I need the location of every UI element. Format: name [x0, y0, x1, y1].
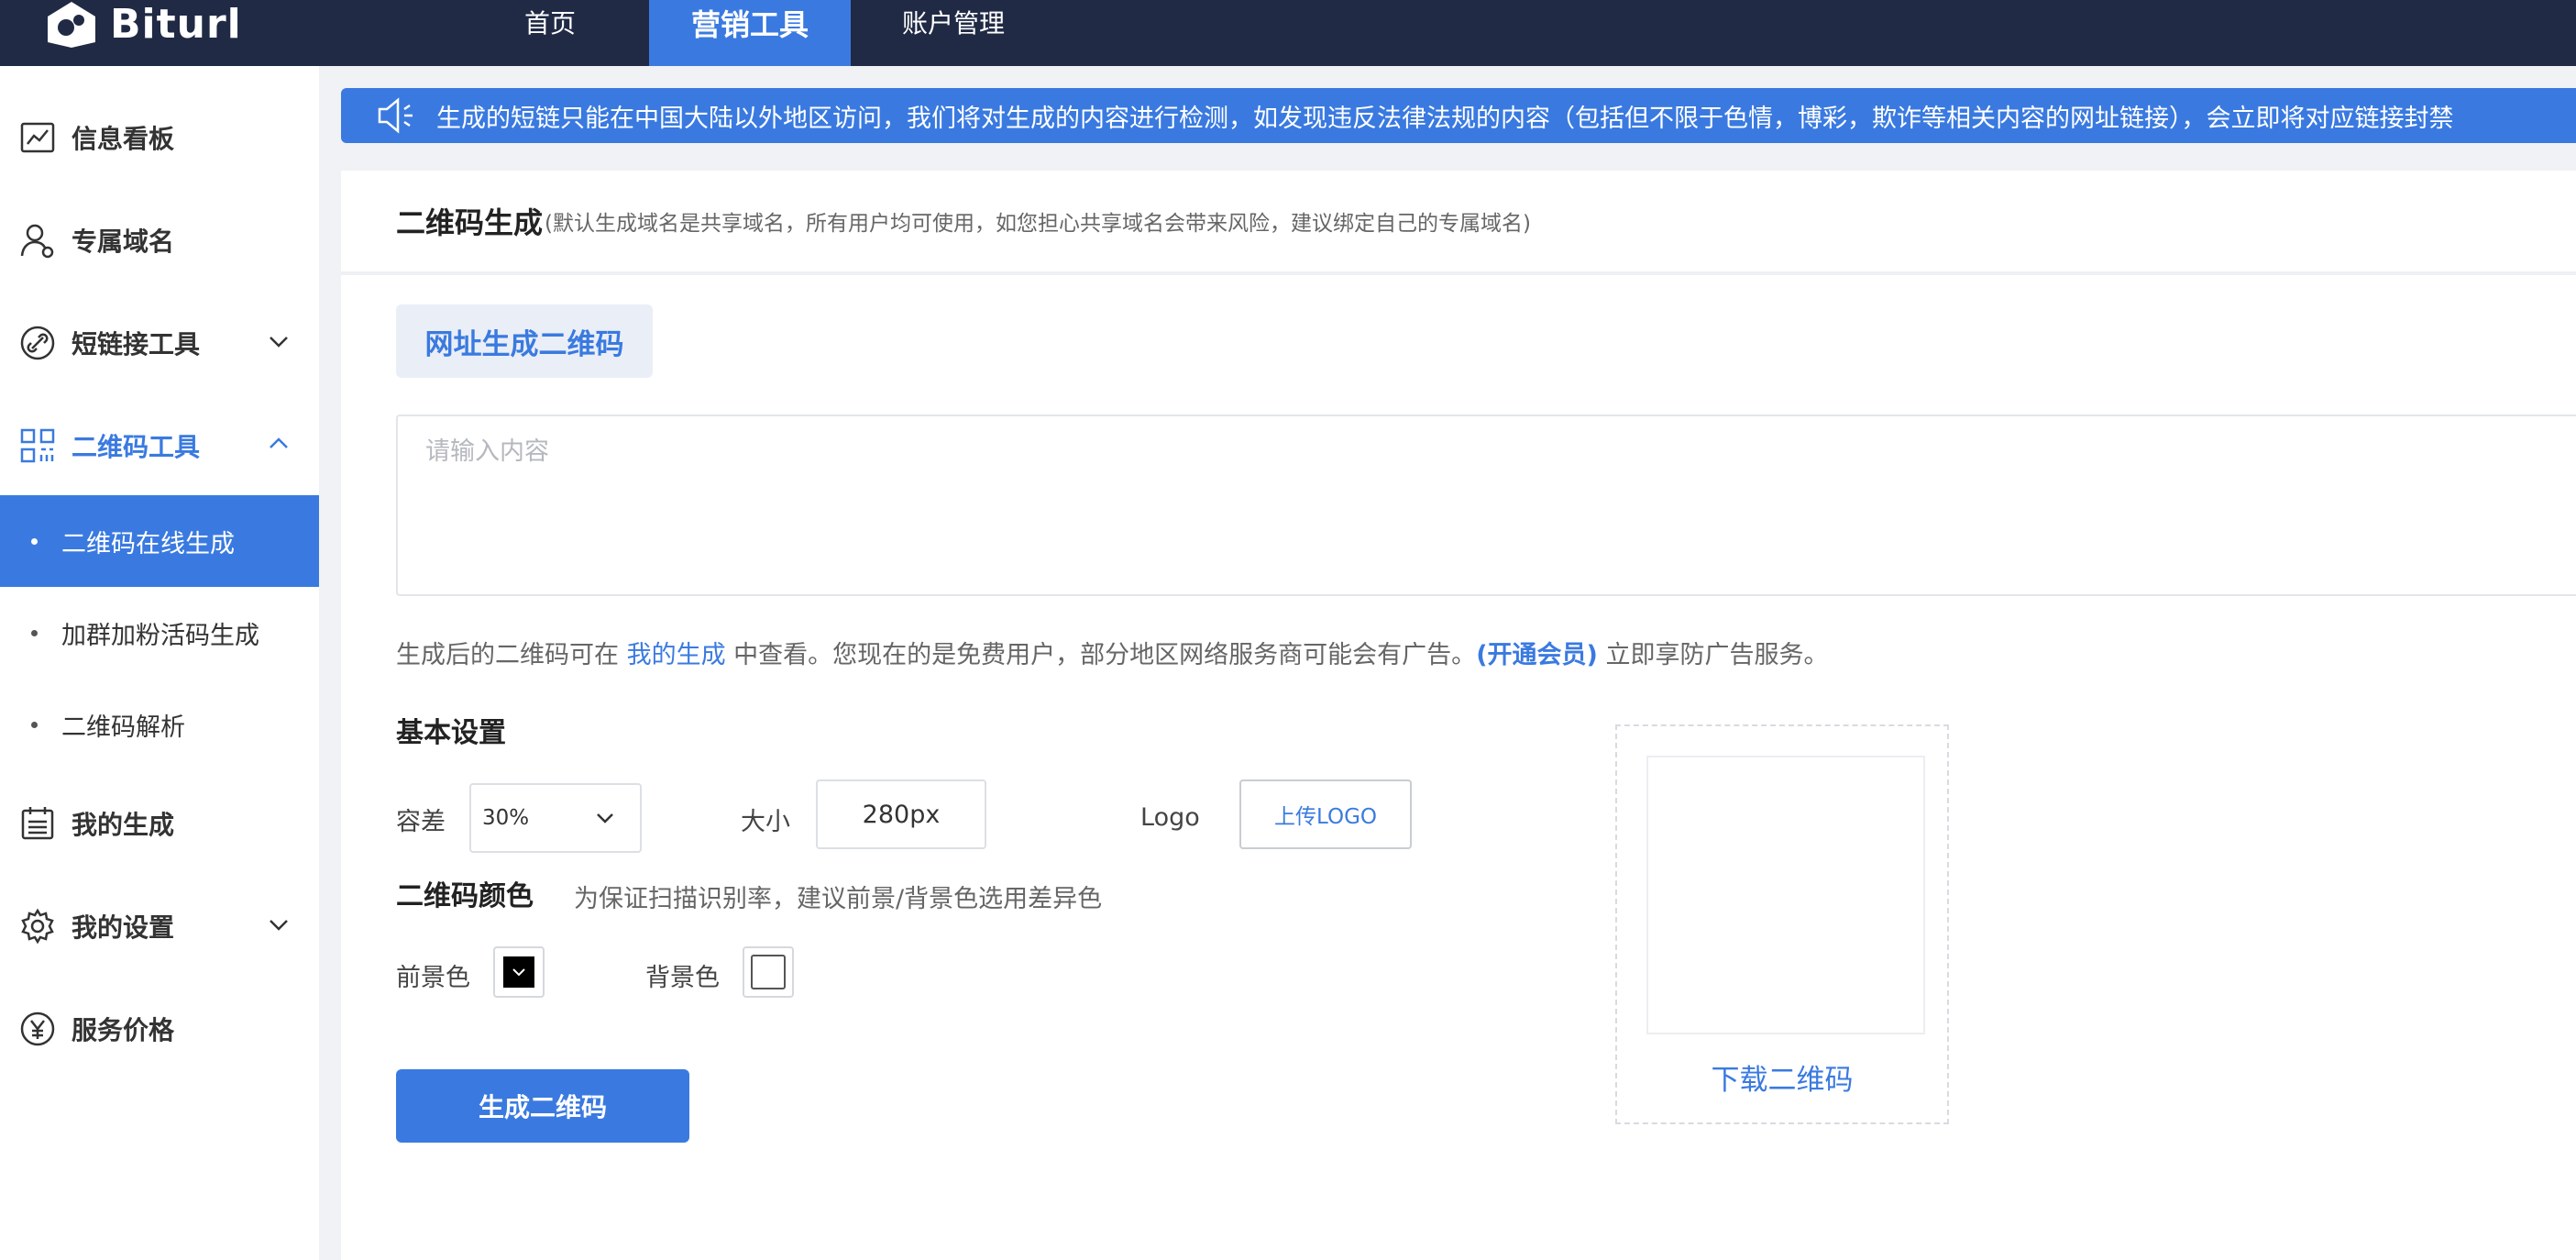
chevron-down-icon — [512, 968, 525, 977]
sidebar-item-pricing[interactable]: 服务价格 — [0, 978, 319, 1080]
hint-text: 生成后的二维码可在 — [396, 641, 627, 669]
usage-hint: 生成后的二维码可在 我的生成 中查看。您现在的是免费用户，部分地区网络服务商可能… — [396, 635, 1828, 670]
chevron-down-icon — [270, 337, 288, 348]
nav-home[interactable]: 首页 — [495, 0, 605, 66]
tab-url-to-qrcode[interactable]: 网址生成二维码 — [396, 304, 653, 378]
tolerance-label: 容差 — [396, 808, 446, 836]
generate-qrcode-button[interactable]: 生成二维码 — [396, 1069, 689, 1143]
user-icon — [18, 221, 57, 260]
sidebar: 信息看板 专属域名 短链接工具 二维码工具 二维码在线生成 加群加粉活码生成 二… — [0, 66, 319, 1260]
notice-banner: 生成的短链只能在中国大陆以外地区访问，我们将对生成的内容进行检测，如发现违反法律… — [341, 88, 2576, 143]
foreground-color-label: 前景色 — [396, 964, 470, 992]
background-color-label: 背景色 — [645, 964, 720, 992]
content-input[interactable] — [396, 414, 2576, 596]
foreground-swatch — [503, 956, 534, 988]
background-swatch — [751, 955, 786, 989]
upload-logo-button[interactable]: 上传LOGO — [1239, 779, 1412, 849]
size-input[interactable] — [816, 779, 986, 849]
yen-icon — [18, 1010, 57, 1048]
speaker-icon — [378, 97, 413, 134]
hint-text: 立即享防广告服务。 — [1597, 641, 1829, 669]
size-label: 大小 — [741, 808, 790, 836]
bullet — [31, 629, 38, 636]
sidebar-subitem-qr-online[interactable]: 二维码在线生成 — [0, 495, 319, 587]
qrcode-icon — [18, 426, 57, 465]
foreground-color-picker[interactable] — [493, 946, 545, 998]
page-title: 二维码生成 — [396, 205, 544, 240]
qr-color-title: 二维码颜色 — [396, 880, 534, 912]
sidebar-item-qrcode-tools[interactable]: 二维码工具 — [0, 394, 319, 497]
sidebar-item-label: 我的设置 — [72, 912, 175, 943]
chevron-up-icon — [270, 437, 288, 448]
sidebar-item-label: 信息看板 — [72, 124, 175, 154]
link-icon — [18, 324, 57, 362]
hint-text: 中查看。您现在的是免费用户，部分地区网络服务商可能会有广告。 — [725, 641, 1477, 669]
chart-icon — [18, 118, 57, 157]
chevron-down-icon — [597, 813, 613, 823]
notice-text: 生成的短链只能在中国大陆以外地区访问，我们将对生成的内容进行检测，如发现违反法律… — [436, 104, 2454, 133]
sidebar-subitem-label: 二维码解析 — [61, 713, 185, 742]
background-color-picker[interactable] — [743, 946, 794, 998]
sidebar-item-shortlink[interactable]: 短链接工具 — [0, 292, 319, 394]
logo-text: Biturl — [110, 0, 242, 48]
logo-icon — [48, 2, 95, 48]
sidebar-subitem-qr-decode[interactable]: 二维码解析 — [0, 679, 319, 770]
chevron-down-icon — [270, 920, 288, 931]
logo[interactable]: Biturl — [40, 0, 242, 48]
sidebar-item-my-settings[interactable]: 我的设置 — [0, 875, 319, 978]
sidebar-item-label: 专属域名 — [72, 227, 175, 257]
tolerance-value: 30% — [482, 806, 530, 830]
top-navbar: Biturl 首页 营销工具 账户管理 — [0, 0, 2576, 66]
sidebar-subitem-label: 二维码在线生成 — [61, 529, 235, 558]
tolerance-select[interactable]: 30% — [469, 783, 642, 853]
open-vip-link[interactable]: (开通会员) — [1476, 641, 1598, 669]
sidebar-item-my-generated[interactable]: 我的生成 — [0, 772, 319, 875]
bullet — [31, 537, 38, 545]
bullet — [31, 721, 38, 728]
qr-preview-panel: 下载二维码 — [1615, 724, 1949, 1124]
qr-preview-image — [1646, 756, 1925, 1034]
my-generated-link[interactable]: 我的生成 — [627, 641, 726, 669]
page-subtitle: (默认生成域名是共享域名，所有用户均可使用，如您担心共享域名会带来风险，建议绑定… — [545, 212, 1531, 236]
qr-generator-card: 二维码生成 (默认生成域名是共享域名，所有用户均可使用，如您担心共享域名会带来风… — [341, 171, 2576, 1260]
sidebar-item-dashboard[interactable]: 信息看板 — [0, 86, 319, 189]
nav-marketing-tools[interactable]: 营销工具 — [649, 0, 851, 66]
nav-account-management[interactable]: 账户管理 — [880, 0, 1027, 66]
qr-color-note: 为保证扫描识别率，建议前景/背景色选用差异色 — [574, 885, 1103, 913]
sidebar-item-label: 短链接工具 — [72, 329, 201, 359]
sidebar-item-domain[interactable]: 专属域名 — [0, 189, 319, 292]
gear-icon — [18, 907, 57, 945]
sidebar-subitem-group-livecode[interactable]: 加群加粉活码生成 — [0, 587, 319, 679]
download-qrcode-link[interactable]: 下载二维码 — [1617, 1056, 1947, 1098]
sidebar-item-label: 服务价格 — [72, 1015, 175, 1045]
card-header: 二维码生成 (默认生成域名是共享域名，所有用户均可使用，如您担心共享域名会带来风… — [341, 171, 2576, 275]
sidebar-item-label: 二维码工具 — [72, 432, 201, 462]
logo-label: Logo — [1140, 803, 1200, 832]
calendar-icon — [18, 804, 57, 843]
sidebar-item-label: 我的生成 — [72, 810, 175, 840]
sidebar-subitem-label: 加群加粉活码生成 — [61, 621, 259, 650]
basic-settings-title: 基本设置 — [396, 717, 506, 749]
